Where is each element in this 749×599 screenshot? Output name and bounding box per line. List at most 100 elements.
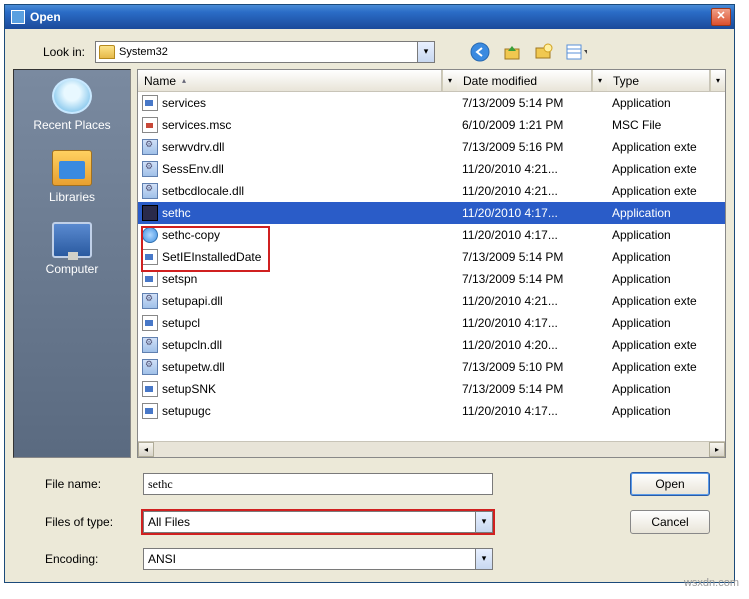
file-type: Application [612,404,725,418]
file-type: Application exte [612,162,725,176]
file-type: Application exte [612,184,725,198]
file-type: Application [612,382,725,396]
file-row[interactable]: serwvdrv.dll7/13/2009 5:16 PMApplication… [138,136,725,158]
column-name-header[interactable]: Name ▴ [138,70,442,91]
nav-back-button[interactable] [469,41,491,63]
file-name: setbcdlocale.dll [162,184,462,198]
file-type: Application exte [612,294,725,308]
place-recent-places[interactable]: Recent Places [22,78,122,132]
close-button[interactable]: ✕ [711,8,731,26]
file-name: setupcln.dll [162,338,462,352]
file-date: 7/13/2009 5:14 PM [462,272,612,286]
open-button[interactable]: Open [630,472,710,496]
column-type-filter[interactable]: ▾ [710,70,725,91]
file-name: setupcl [162,316,462,330]
file-row[interactable]: setupapi.dll11/20/2010 4:21...Applicatio… [138,290,725,312]
file-icon [142,183,158,199]
file-type: Application [612,206,725,220]
file-row[interactable]: services7/13/2009 5:14 PMApplication [138,92,725,114]
file-icon [142,205,158,221]
place-libraries[interactable]: Libraries [22,150,122,204]
file-row[interactable]: sethc11/20/2010 4:17...Application [138,202,725,224]
column-date-filter[interactable]: ▾ [592,70,607,91]
titlebar[interactable]: Open ✕ [5,5,734,29]
file-row[interactable]: SetIEInstalledDate7/13/2009 5:14 PMAppli… [138,246,725,268]
lookin-label: Look in: [25,45,85,59]
open-file-dialog: Open ✕ Look in: System32 ▾ Recent Plac [4,4,735,583]
column-type-header[interactable]: Type [607,70,710,91]
file-row[interactable]: SessEnv.dll11/20/2010 4:21...Application… [138,158,725,180]
encoding-label: Encoding: [45,552,135,566]
file-name: setupugc [162,404,462,418]
view-menu-button[interactable] [565,41,587,63]
place-label: Libraries [22,190,122,204]
file-icon [142,403,158,419]
file-date: 7/13/2009 5:14 PM [462,96,612,110]
encoding-dropdown[interactable]: ANSI ▾ [143,548,493,570]
file-row[interactable]: setspn7/13/2009 5:14 PMApplication [138,268,725,290]
sort-asc-icon: ▴ [182,76,186,85]
file-type: Application exte [612,338,725,352]
file-name: sethc [162,206,462,220]
file-row[interactable]: services.msc6/10/2009 1:21 PMMSC File [138,114,725,136]
column-name-filter[interactable]: ▾ [442,70,457,91]
file-type: Application [612,316,725,330]
filename-input[interactable] [143,473,493,495]
place-icon [52,222,92,258]
file-row[interactable]: setbcdlocale.dll11/20/2010 4:21...Applic… [138,180,725,202]
watermark: wsxdn.com [684,577,739,589]
chevron-down-icon[interactable]: ▾ [475,549,492,569]
filename-label: File name: [45,477,135,491]
cancel-button[interactable]: Cancel [630,510,710,534]
filter-dropdown[interactable]: All Files ▾ [143,511,493,533]
file-name: SetIEInstalledDate [162,250,462,264]
chevron-down-icon[interactable]: ▾ [475,512,492,532]
scroll-right-button[interactable]: ▸ [709,442,725,457]
filter-label: Files of type: [45,515,135,529]
column-date-header[interactable]: Date modified [457,70,592,91]
file-row[interactable]: setupetw.dll7/13/2009 5:10 PMApplication… [138,356,725,378]
file-date: 7/13/2009 5:10 PM [462,360,612,374]
folder-icon [99,45,115,59]
file-icon [142,95,158,111]
place-computer[interactable]: Computer [22,222,122,276]
lookin-value: System32 [119,46,168,58]
file-date: 11/20/2010 4:21... [462,184,612,198]
lookin-row: Look in: System32 ▾ [5,29,734,69]
file-icon [142,337,158,353]
file-list[interactable]: services7/13/2009 5:14 PMApplicationserv… [138,92,725,441]
file-date: 6/10/2009 1:21 PM [462,118,612,132]
nav-up-button[interactable] [501,41,523,63]
file-row[interactable]: setupSNK7/13/2009 5:14 PMApplication [138,378,725,400]
lookin-dropdown[interactable]: System32 ▾ [95,41,435,63]
file-row[interactable]: setupcln.dll11/20/2010 4:20...Applicatio… [138,334,725,356]
file-name: services [162,96,462,110]
places-bar: Recent Places Libraries Computer [13,69,131,458]
chevron-down-icon[interactable]: ▾ [417,42,434,62]
window-title: Open [30,10,61,24]
file-date: 11/20/2010 4:21... [462,162,612,176]
list-header: Name ▴ ▾ Date modified ▾ Type ▾ [138,70,725,92]
file-type: Application [612,96,725,110]
file-row[interactable]: setupcl11/20/2010 4:17...Application [138,312,725,334]
file-name: SessEnv.dll [162,162,462,176]
file-icon [142,271,158,287]
file-date: 11/20/2010 4:17... [462,404,612,418]
file-name: sethc-copy [162,228,462,242]
dialog-icon [11,10,25,24]
file-pane: Name ▴ ▾ Date modified ▾ Type ▾ services… [137,69,726,458]
horizontal-scrollbar[interactable]: ◂ ▸ [138,441,725,457]
file-name: setspn [162,272,462,286]
file-icon [142,293,158,309]
file-row[interactable]: setupugc11/20/2010 4:17...Application [138,400,725,422]
place-label: Computer [22,262,122,276]
file-name: setupetw.dll [162,360,462,374]
place-icon [52,78,92,114]
file-icon [142,227,158,243]
bottom-panel: File name: Open Files of type: All Files… [5,458,734,582]
file-type: Application [612,272,725,286]
new-folder-button[interactable] [533,41,555,63]
file-date: 11/20/2010 4:20... [462,338,612,352]
file-row[interactable]: sethc-copy11/20/2010 4:17...Application [138,224,725,246]
scroll-left-button[interactable]: ◂ [138,442,154,457]
